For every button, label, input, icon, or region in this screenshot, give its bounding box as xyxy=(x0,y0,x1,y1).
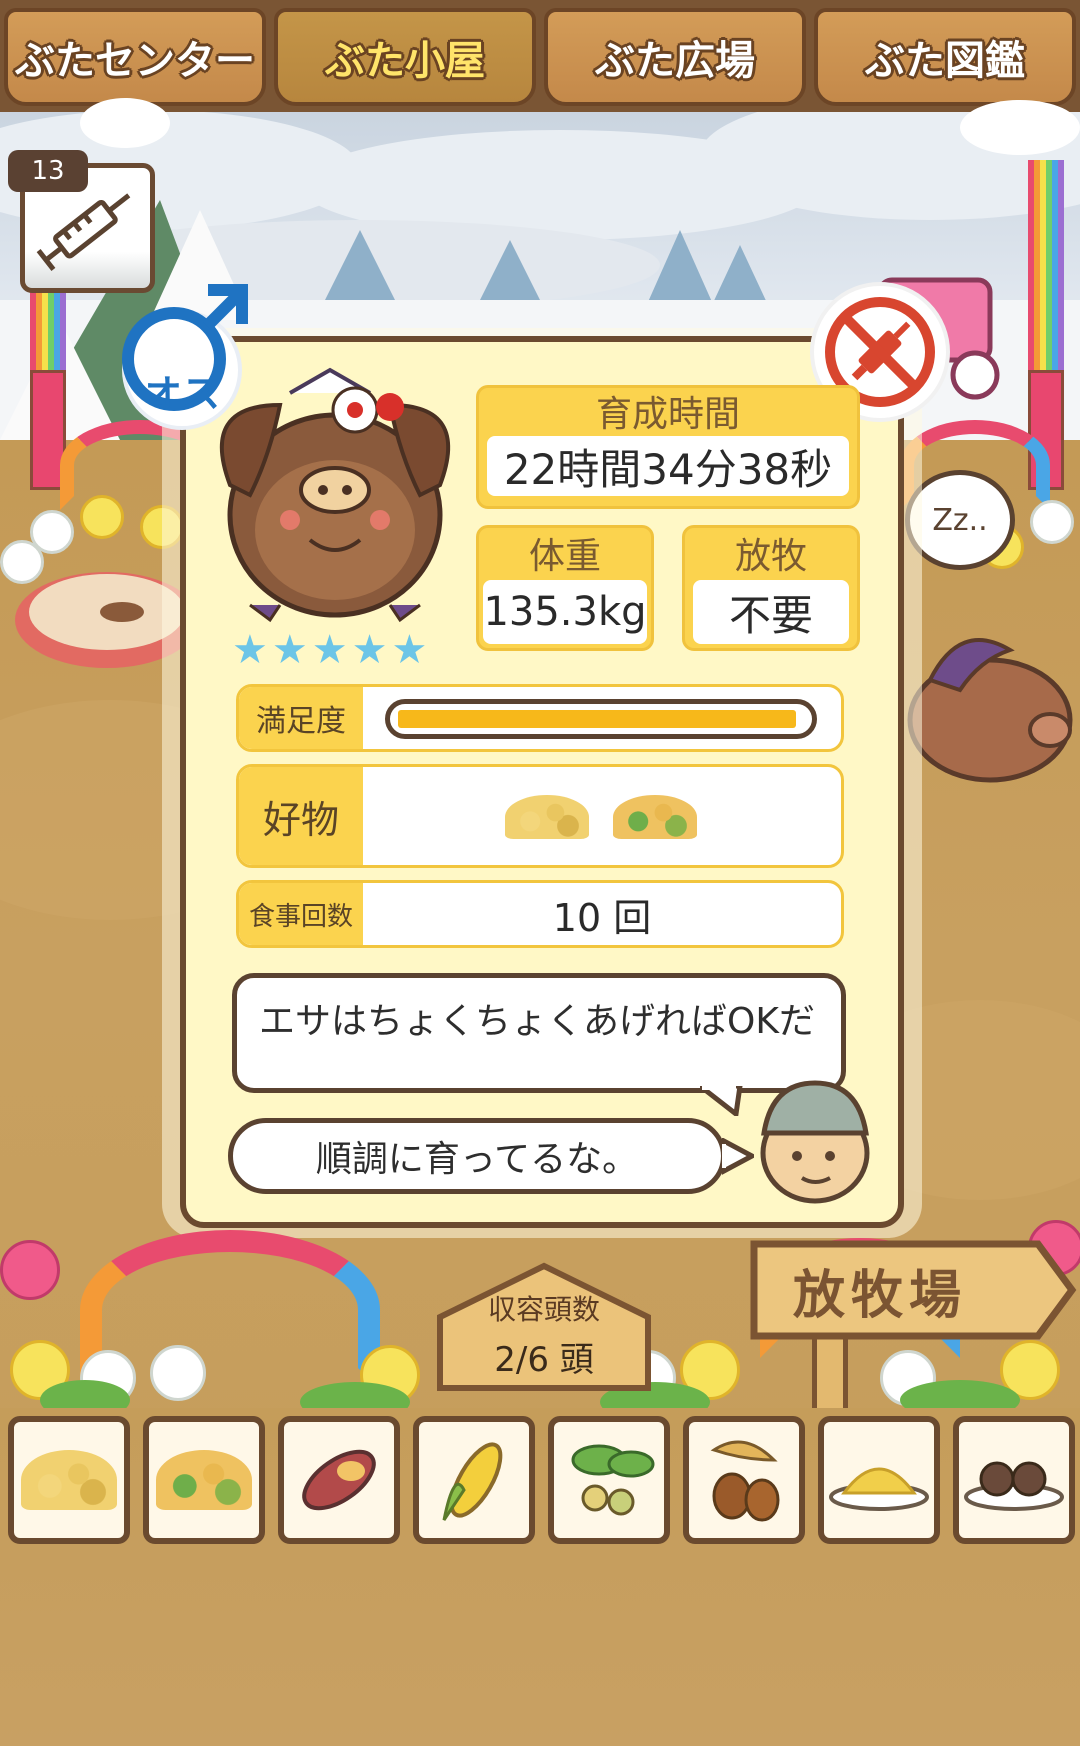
top-tab-bar: ぶたセンター ぶた小屋 ぶた広場 ぶた図鑑 xyxy=(0,0,1080,112)
gender-label: オス xyxy=(143,371,220,416)
favorite-label: 好物 xyxy=(239,767,363,865)
corn-icon xyxy=(442,1442,503,1521)
food-slot-meatballs[interactable] xyxy=(953,1416,1075,1544)
dialog-line-2: 順調に育ってるな。 xyxy=(315,1139,639,1180)
rainbow-post-right xyxy=(1028,160,1064,370)
favorite-food-grain-yellow-icon xyxy=(505,795,589,839)
game-screen: Zz.. ぶたセンター ぶた小屋 ぶた広場 ぶた図鑑 13 オス ★★★★★ 育… xyxy=(0,0,1080,1746)
favorite-food-grain-mixed-icon xyxy=(613,795,697,839)
satisfaction-bar xyxy=(385,699,817,739)
food-slot-grain-plate[interactable] xyxy=(818,1416,940,1544)
pig-portrait[interactable] xyxy=(210,365,460,630)
meals-row: 食事回数 10 回 xyxy=(236,880,844,948)
graze-value: 不要 xyxy=(693,580,849,644)
rating-stars: ★★★★★ xyxy=(232,627,432,673)
food-slot-beans[interactable] xyxy=(548,1416,670,1544)
food-slot-corn[interactable] xyxy=(413,1416,535,1544)
tab-buta-hiroba[interactable]: ぶた広場 xyxy=(544,8,806,106)
food-slot-grain-mixed[interactable] xyxy=(143,1416,265,1544)
satisfaction-row: 満足度 xyxy=(236,684,844,752)
beans-icon xyxy=(571,1444,655,1516)
food-slot-sweet-potato[interactable] xyxy=(278,1416,400,1544)
farmer-avatar xyxy=(760,1080,870,1204)
satisfaction-label: 満足度 xyxy=(239,687,363,749)
raise-time-label: 育成時間 xyxy=(595,394,740,435)
dialog-bubble-2: 順調に育ってるな。 xyxy=(228,1118,726,1194)
syringe-count-badge: 13 xyxy=(8,150,88,192)
food-slot-acorn[interactable] xyxy=(683,1416,805,1544)
bubble-tail-2 xyxy=(722,1138,754,1175)
favorite-row: 好物 xyxy=(236,764,844,868)
weight-value: 135.3kg xyxy=(483,580,647,644)
dialog-bubble-1: エサはちょくちょくあげればOKだ xyxy=(232,973,846,1093)
food-slot-grain-yellow[interactable] xyxy=(8,1416,130,1544)
capacity-label: 収容頭数 xyxy=(487,1293,600,1326)
sleeping-pig[interactable] xyxy=(900,610,1080,810)
tab-buta-center[interactable]: ぶたセンター xyxy=(4,8,266,106)
graze-box: 放牧 不要 xyxy=(682,525,860,651)
raise-time-value: 22時間34分38秒 xyxy=(487,436,849,496)
dialog-line-1: エサはちょくちょくあげればOKだ xyxy=(259,1001,815,1042)
rainbow-post-left xyxy=(30,290,66,370)
mixed-grain-pile-icon xyxy=(156,1450,252,1510)
bubble-tail-1 xyxy=(700,1086,743,1116)
capacity-value: 2/6 頭 xyxy=(494,1339,594,1380)
satisfaction-bar-fill xyxy=(398,710,796,728)
sweet-potato-icon xyxy=(302,1449,376,1511)
grain-plate-icon xyxy=(829,1467,929,1511)
weight-box: 体重 135.3kg xyxy=(476,525,654,651)
raise-time-box: 育成時間 22時間34分38秒 xyxy=(476,385,860,509)
meals-value: 10 回 xyxy=(552,895,652,940)
graze-label: 放牧 xyxy=(734,536,807,577)
pasture-sign-label[interactable]: 放牧場 xyxy=(760,1252,1000,1328)
meals-label: 食事回数 xyxy=(239,883,363,945)
tab-buta-zukan[interactable]: ぶた図鑑 xyxy=(814,8,1076,106)
grain-pile-icon xyxy=(21,1450,117,1510)
tab-buta-koya[interactable]: ぶた小屋 xyxy=(274,8,536,106)
weight-label: 体重 xyxy=(528,536,601,577)
meatballs-icon xyxy=(964,1461,1064,1511)
acorn-icon xyxy=(710,1440,780,1522)
